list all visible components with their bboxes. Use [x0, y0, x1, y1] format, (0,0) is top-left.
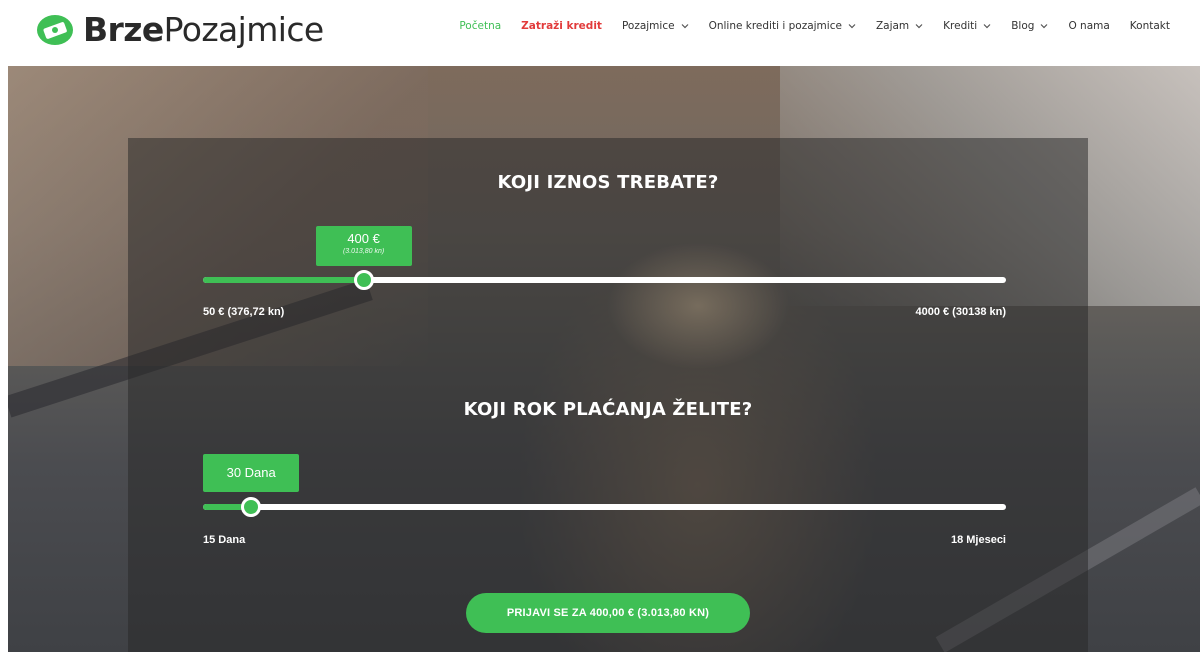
nav-item-label: O nama — [1068, 20, 1110, 32]
amount-question-title: KOJI IZNOS TREBATE? — [497, 172, 719, 193]
nav-item-label: Kontakt — [1129, 20, 1170, 32]
amount-max-label: 4000 € (30138 kn) — [915, 306, 1006, 318]
apply-button[interactable]: PRIJAVI SE ZA 400,00 € (3.013,80 KN) — [466, 593, 750, 633]
term-question-title: KOJI ROK PLAĆANJA ŽELITE? — [463, 399, 753, 420]
term-min-label: 15 Dana — [203, 534, 246, 546]
site-header: BrzePozajmice Početna Zatraži kredit Pozaj… — [0, 0, 1200, 66]
amount-value-tooltip: 400 € (3.013,80 kn) — [315, 226, 412, 266]
amount-slider-track[interactable] — [203, 277, 1006, 283]
nav-item-5[interactable]: Krediti — [943, 20, 991, 32]
nav-item-1[interactable]: Zatraži kredit — [521, 20, 602, 32]
nav-item-label: Zajam — [875, 20, 910, 32]
chevron-down-icon — [983, 24, 991, 29]
nav-item-7[interactable]: O nama — [1068, 20, 1109, 32]
logo-text: BrzePozajmice — [83, 12, 324, 48]
nav-item-label: Krediti — [943, 20, 978, 32]
term-max-label: 18 Mjeseci — [950, 534, 1006, 546]
site-logo[interactable]: BrzePozajmice — [36, 12, 324, 48]
chevron-down-icon — [915, 24, 923, 29]
logo-text-light: Pozajmice — [163, 10, 325, 49]
amount-value-sublabel: (3.013,80 kn) — [342, 248, 385, 255]
chevron-down-icon — [1041, 24, 1048, 29]
nav-item-label: Pozajmice — [621, 20, 675, 32]
chevron-down-icon — [681, 24, 688, 29]
nav-item-label: Blog — [1011, 20, 1035, 32]
nav-item-label: Zatraži kredit — [521, 20, 602, 32]
amount-value-label: 400 € — [347, 231, 380, 246]
hero-section: KOJI IZNOS TREBATE? 400 € (3.013,80 kn) … — [8, 66, 1200, 652]
loan-calculator-panel: KOJI IZNOS TREBATE? 400 € (3.013,80 kn) … — [128, 138, 1088, 652]
nav-item-6[interactable]: Blog — [1011, 20, 1048, 32]
main-nav: Početna Zatraži kredit Pozajmice Online kre… — [459, 16, 1170, 36]
nav-item-label: Online krediti i pozajmice — [708, 20, 842, 32]
term-value-tooltip: 30 Dana — [203, 454, 300, 492]
nav-item-0[interactable]: Početna — [459, 20, 501, 32]
term-value-label: 30 Dana — [226, 465, 276, 480]
nav-item-label: Početna — [459, 20, 502, 32]
money-bill-leaf-logo-icon — [37, 15, 73, 45]
term-slider-handle[interactable] — [241, 497, 262, 517]
amount-slider-handle[interactable] — [353, 270, 374, 290]
logo-text-bold: Brze — [83, 10, 164, 49]
amount-slider-fill — [203, 277, 364, 283]
amount-min-label: 50 € (376,72 kn) — [203, 306, 285, 318]
term-slider-track[interactable] — [203, 504, 1006, 510]
nav-item-3[interactable]: Online krediti i pozajmice — [709, 20, 856, 32]
nav-item-2[interactable]: Pozajmice — [622, 20, 689, 32]
nav-item-4[interactable]: Zajam — [876, 20, 923, 32]
chevron-down-icon — [848, 24, 856, 29]
nav-item-8[interactable]: Kontakt — [1130, 20, 1170, 32]
